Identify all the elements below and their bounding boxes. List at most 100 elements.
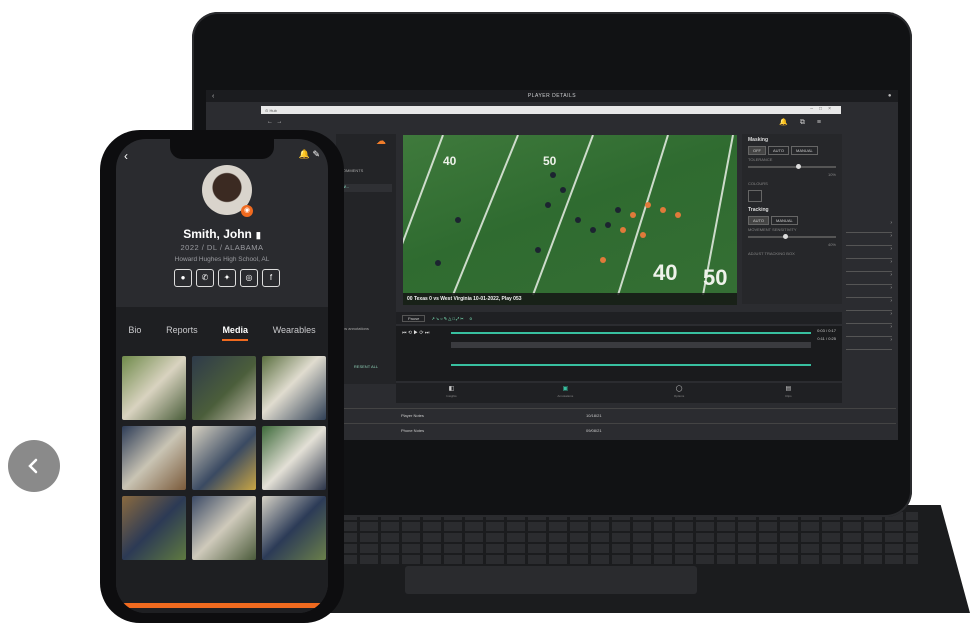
video-caption: 00 Texas 0 vs West Virginia 10-01-2022, … <box>403 293 737 305</box>
playback-controls[interactable]: ⏮ ⟲ ▶ ⟳ ⏭ <box>402 330 429 336</box>
video-player[interactable]: 40 50 40 50 00 Texas 0 vs West Virginia 10-… <box>403 135 737 305</box>
list-row[interactable]: › <box>846 259 892 272</box>
tracking-mode-toggle[interactable]: AUTO MANUAL <box>742 216 842 225</box>
media-thumbnail[interactable] <box>122 356 186 420</box>
masking-manual-option[interactable]: MANUAL <box>791 146 818 155</box>
colour-swatch[interactable] <box>748 190 762 202</box>
colours-label: COLOURS <box>748 181 768 186</box>
window-controls[interactable]: –□× <box>810 106 837 112</box>
media-thumbnail[interactable] <box>122 426 186 490</box>
note-label: Player Notes <box>401 413 424 418</box>
player-name: Smith, John <box>183 227 252 241</box>
player-meta: 2022 / DL / ALABAMA <box>180 243 264 252</box>
media-thumbnail[interactable] <box>192 426 256 490</box>
nav-options[interactable]: ◯ Options <box>674 386 684 400</box>
list-row[interactable]: › <box>846 337 892 350</box>
range-track[interactable] <box>451 364 811 366</box>
nav-annotations[interactable]: ▣ Annotations <box>557 386 573 400</box>
media-thumbnail[interactable] <box>192 356 256 420</box>
list-row[interactable]: › <box>846 220 892 233</box>
present-all-button[interactable]: RESENT ALL <box>340 364 392 372</box>
list-row[interactable]: › <box>846 246 892 259</box>
clip-track[interactable] <box>451 342 811 348</box>
tab-bio[interactable]: Bio <box>128 325 141 341</box>
masking-auto-option[interactable]: AUTO <box>768 146 790 155</box>
trackpad <box>405 566 697 594</box>
note-date: 10/18/21 <box>586 413 602 418</box>
browser-bar: ⊙ Hub –□× <box>261 106 841 114</box>
playhead-track[interactable] <box>451 332 811 334</box>
masking-mode-toggle[interactable]: OFF AUTO MANUAL <box>742 146 842 155</box>
show-annotations-label[interactable]: ow annotations <box>342 326 369 331</box>
nav-insights[interactable]: ◧ Insights <box>446 386 456 400</box>
pause-field[interactable]: Pause <box>402 314 426 322</box>
list-row[interactable]: › <box>846 298 892 311</box>
header-icons[interactable]: 🔔⧉≡ <box>779 118 833 127</box>
left-panel: COMMENTS W... ow annotations RESENT ALL <box>336 134 396 384</box>
counter: 0 <box>469 315 472 321</box>
yard-number: 40 <box>443 154 457 168</box>
settings-panel: Masking OFF AUTO MANUAL TOLERANCE 10% CO… <box>742 134 842 304</box>
list-row[interactable]: › <box>846 324 892 337</box>
adjust-tracking-box-toggle[interactable]: ADJUST TRACKING BOX <box>742 249 842 258</box>
media-thumbnail[interactable] <box>122 496 186 560</box>
masking-off-option[interactable]: OFF <box>748 146 766 155</box>
list-row[interactable]: › <box>846 311 892 324</box>
browser-url[interactable]: ⊙ Hub <box>265 108 277 113</box>
phone-notch <box>170 139 274 159</box>
time-display-1: 0:03 / 0:17 <box>817 328 836 333</box>
nav-row: ← → 🔔⧉≡ <box>261 116 841 130</box>
facebook-icon[interactable]: f <box>262 269 280 287</box>
sensitivity-slider[interactable] <box>748 234 836 239</box>
tracking-auto-option[interactable]: AUTO <box>748 216 770 225</box>
media-thumbnail[interactable] <box>262 356 326 420</box>
user-icon[interactable]: ● <box>888 93 892 99</box>
sensitivity-label: MOVEMENT SENSITIVITY <box>748 227 797 232</box>
back-icon[interactable]: ‹ <box>212 93 215 100</box>
cloud-upload-icon[interactable]: ☁ <box>376 136 386 147</box>
list-row[interactable]: › <box>846 285 892 298</box>
phone-icon[interactable]: ✆ <box>196 269 214 287</box>
nav-clips[interactable]: ▤ Clips <box>785 386 792 400</box>
timeline[interactable]: ⏮ ⟲ ▶ ⟳ ⏭ 0:03 / 0:17 0:11 / 0:25 <box>396 326 842 381</box>
media-thumbnail[interactable] <box>262 496 326 560</box>
note-row[interactable]: Player Notes 10/18/21 <box>336 408 896 423</box>
carousel-prev-button[interactable] <box>8 440 60 492</box>
camera-icon[interactable]: ◉ <box>241 205 253 217</box>
drawing-tools[interactable]: ↗ ↘ ○ ✎ △ □ ⤢ ✂ <box>431 316 463 321</box>
instagram-icon[interactable]: ◎ <box>240 269 258 287</box>
tab-media[interactable]: Media <box>222 325 248 341</box>
time-display-2: 0:11 / 0:25 <box>817 336 836 341</box>
back-chevron-icon[interactable]: ‹ <box>124 149 128 163</box>
message-icon[interactable]: ● <box>174 269 192 287</box>
phone-accent-bar <box>122 603 322 608</box>
field-lines: 40 50 40 50 <box>403 135 734 296</box>
player-name-row: Smith, John ▮ <box>116 227 328 241</box>
options-icon: ◯ <box>675 386 683 392</box>
twitter-icon[interactable]: ✦ <box>218 269 236 287</box>
social-links: ● ✆ ✦ ◎ f <box>174 269 280 287</box>
tab-wearables[interactable]: Wearables <box>273 325 316 341</box>
nav-arrows-icon[interactable]: ← → <box>267 119 282 125</box>
keyboard <box>318 512 918 564</box>
chevron-left-icon <box>28 458 38 474</box>
tracking-manual-option[interactable]: MANUAL <box>771 216 798 225</box>
phone-screen: ‹ 🔔 ✎ ◉ Smith, John ▮ 2022 / DL / ALABAMA… <box>116 139 328 613</box>
media-thumbnail[interactable] <box>262 426 326 490</box>
bottom-nav: ◧ Insights ▣ Annotations ◯ Options ▤ Clips <box>396 383 842 403</box>
tolerance-slider[interactable] <box>748 164 836 169</box>
list-row[interactable]: › <box>846 233 892 246</box>
note-label: Phone Notes <box>401 428 425 433</box>
app-title: PLAYER DETAILS <box>527 93 577 99</box>
list-row[interactable]: › <box>846 272 892 285</box>
media-thumbnail[interactable] <box>192 496 256 560</box>
note-date: 09/08/21 <box>586 428 602 433</box>
note-row[interactable]: Phone Notes 09/08/21 <box>336 423 896 438</box>
tab-reports[interactable]: Reports <box>166 325 198 341</box>
notification-edit-icons[interactable]: 🔔 ✎ <box>299 149 320 160</box>
clip-row[interactable]: W... <box>340 184 392 192</box>
media-grid <box>122 356 326 560</box>
profile-tabs: Bio Reports Media Wearables <box>116 325 328 341</box>
bookmark-icon[interactable]: ▮ <box>256 230 261 240</box>
tolerance-value: 10% <box>827 172 836 177</box>
